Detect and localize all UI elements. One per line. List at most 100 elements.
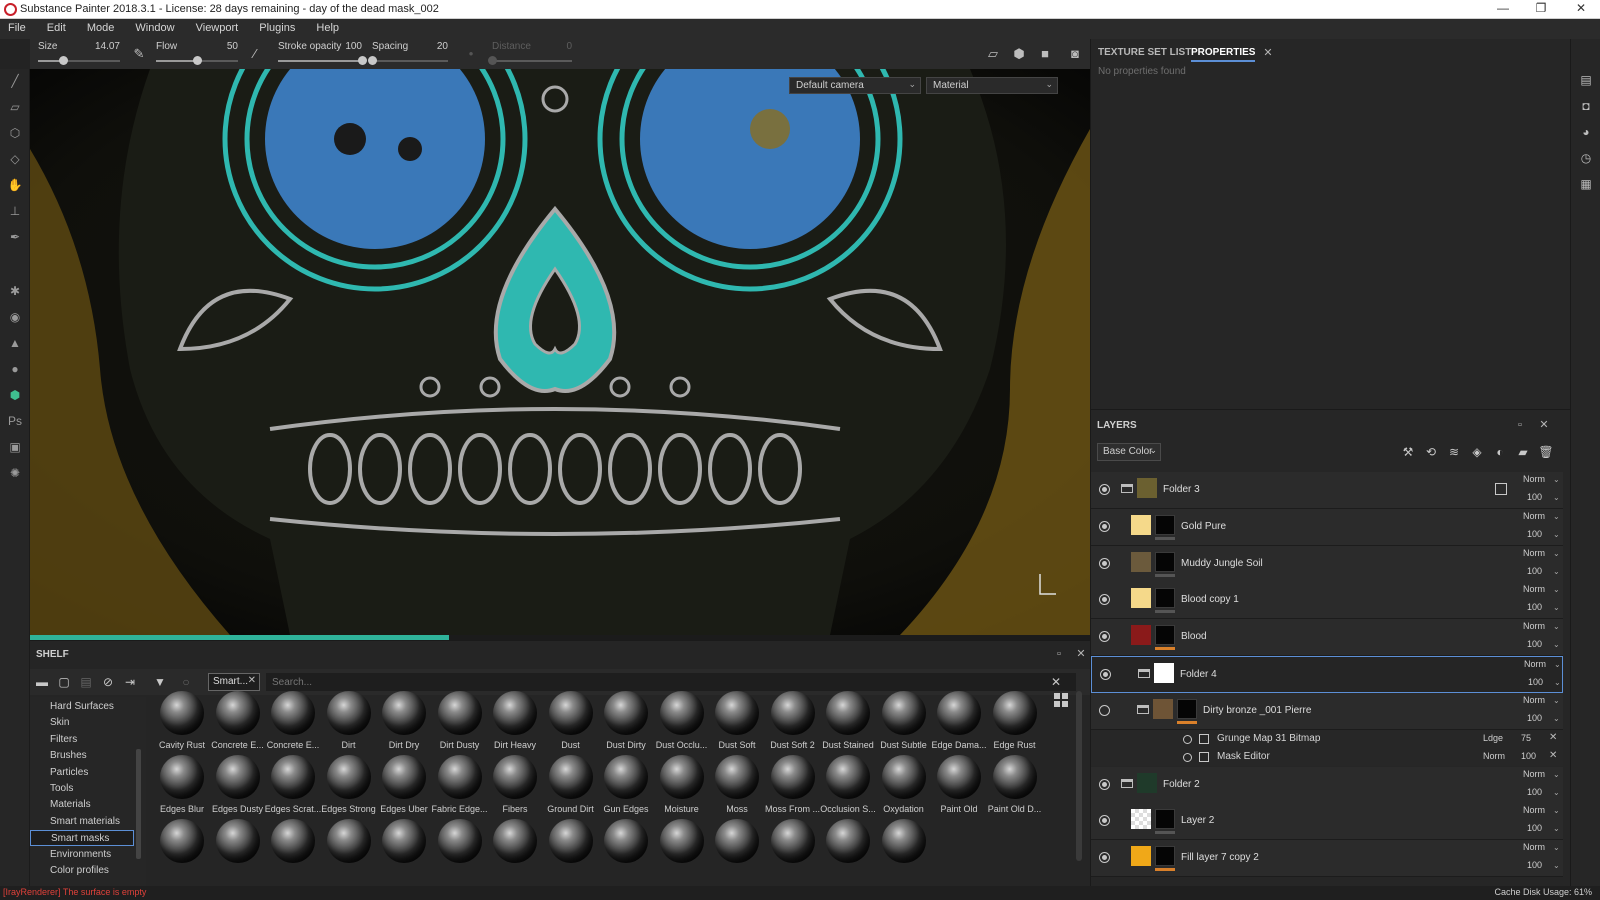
add-layer-icon[interactable]: ≋: [1445, 443, 1463, 461]
chevron-down-icon[interactable]: ⌄: [1553, 475, 1560, 484]
layer-mask-thumbnail[interactable]: [1155, 625, 1175, 646]
stroke-opacity-slider[interactable]: Stroke opacity 100: [278, 41, 367, 67]
viewer-settings-icon[interactable]: ◉: [7, 309, 23, 325]
sphere-icon[interactable]: ●: [7, 361, 23, 377]
history-icon[interactable]: ◷: [1579, 151, 1593, 165]
category-scrollbar[interactable]: [136, 749, 141, 859]
paint-brush-icon[interactable]: ╱: [7, 73, 23, 89]
layer-mask-thumbnail[interactable]: [1155, 551, 1175, 572]
menu-window[interactable]: Window: [126, 19, 183, 34]
smart-mask-thumbnail[interactable]: [154, 819, 208, 883]
layer-row[interactable]: Blood copy 1 Norm ⌄ 100 ⌄: [1091, 582, 1563, 620]
layer-mask-thumbnail[interactable]: [1155, 809, 1175, 830]
layer-row[interactable]: Folder 2 Norm ⌄ 100 ⌄: [1091, 766, 1563, 804]
filter-icon[interactable]: ▼: [152, 674, 168, 690]
resources-icon[interactable]: ▣: [7, 439, 23, 455]
shader-settings-icon[interactable]: ◕: [1579, 125, 1593, 139]
layer-mask-thumbnail[interactable]: [1155, 846, 1175, 867]
photoshop-icon[interactable]: Ps: [7, 413, 23, 429]
visibility-toggle-icon[interactable]: [1099, 631, 1110, 643]
smart-mask-thumbnail[interactable]: Oxydation: [876, 755, 930, 819]
shelf-search-input[interactable]: [266, 673, 1076, 691]
smart-mask-thumbnail[interactable]: [876, 819, 930, 883]
size-slider[interactable]: Size 14.07: [38, 41, 120, 67]
smart-mask-thumbnail[interactable]: Dirt Dusty: [432, 691, 486, 755]
smart-mask-thumbnail[interactable]: Edges Strong: [321, 755, 376, 819]
smart-mask-thumbnail[interactable]: Moss: [709, 755, 763, 819]
smart-mask-thumbnail[interactable]: Moisture: [654, 755, 708, 819]
smart-mask-thumbnail[interactable]: [265, 819, 319, 883]
distance-slider[interactable]: Distance 0: [488, 41, 572, 67]
effect-opacity[interactable]: 100: [1521, 751, 1536, 761]
flow-pressure-icon[interactable]: ⁄: [246, 45, 264, 63]
shelf-category-item[interactable]: Smart masks: [30, 830, 134, 847]
menu-help[interactable]: Help: [307, 19, 348, 34]
layer-row[interactable]: Gold Pure Norm ⌄ 100 ⌄: [1091, 508, 1563, 546]
visibility-toggle-icon[interactable]: [1099, 594, 1110, 606]
bell-icon[interactable]: ▲: [7, 335, 23, 351]
smart-mask-thumbnail[interactable]: [765, 819, 819, 883]
opacity-value[interactable]: 100: [1527, 492, 1542, 502]
opacity-value[interactable]: 100: [1527, 713, 1542, 723]
smart-mask-thumbnail[interactable]: [210, 819, 264, 883]
delete-layer-icon[interactable]: 🗑: [1537, 443, 1555, 461]
maximize-button[interactable]: ❐: [1526, 1, 1556, 17]
projection-icon[interactable]: ⬡: [7, 125, 23, 141]
shelf-category-item[interactable]: Environments: [30, 847, 134, 863]
smart-mask-thumbnail[interactable]: [709, 819, 763, 883]
blend-mode-select[interactable]: Norm: [1523, 769, 1545, 779]
smart-mask-thumbnail[interactable]: [820, 819, 874, 883]
chevron-down-icon[interactable]: ⌄: [1553, 530, 1560, 539]
shelf-category-item[interactable]: Smart materials: [30, 814, 134, 830]
shelf-category-item[interactable]: Filters: [30, 732, 134, 748]
close-panel-icon[interactable]: ✕: [1074, 647, 1088, 661]
smart-mask-thumbnail[interactable]: Gun Edges: [598, 755, 652, 819]
smart-mask-thumbnail[interactable]: Edges Scrat...: [265, 755, 321, 819]
instance-icon[interactable]: [1495, 483, 1507, 495]
chevron-down-icon[interactable]: ⌄: [1553, 640, 1560, 649]
visibility-toggle-icon[interactable]: [1099, 815, 1110, 827]
chevron-down-icon[interactable]: ⌄: [1554, 678, 1561, 687]
size-value[interactable]: 14.07: [95, 41, 120, 52]
layer-row[interactable]: Dirty bronze _001 Pierre Norm ⌄ 100 ⌄: [1091, 692, 1563, 730]
layer-row[interactable]: Folder 3 Norm ⌄ 100 ⌄: [1091, 472, 1563, 509]
effect-row[interactable]: Grunge Map 31 Bitmap Ldge 75 ✕: [1091, 729, 1563, 748]
shelf-category-item[interactable]: Materials: [30, 797, 134, 813]
magic-wand-icon[interactable]: ⚒: [1399, 443, 1417, 461]
smart-mask-thumbnail[interactable]: [598, 819, 652, 883]
shelf-category-item[interactable]: Brushes: [30, 748, 134, 764]
settings-icon[interactable]: ✱: [7, 283, 23, 299]
remove-effect-icon[interactable]: ✕: [1549, 750, 1557, 761]
flow-value[interactable]: 50: [227, 41, 238, 52]
menu-edit[interactable]: Edit: [38, 19, 75, 34]
chevron-down-icon[interactable]: ⌄: [1553, 770, 1560, 779]
smart-mask-thumbnail[interactable]: Dust Stained: [820, 691, 874, 755]
clear-search-icon[interactable]: ✕: [1048, 674, 1064, 690]
add-mask-icon[interactable]: ◐: [1491, 443, 1509, 461]
close-panel-icon[interactable]: ✕: [1537, 418, 1551, 432]
folder-icon[interactable]: ▬: [34, 674, 50, 690]
smart-mask-thumbnail[interactable]: [432, 819, 486, 883]
chevron-down-icon[interactable]: ⌄: [1553, 843, 1560, 852]
shelf-category-item[interactable]: Color profiles: [30, 863, 134, 879]
chevron-down-icon[interactable]: ⌄: [1553, 622, 1560, 631]
effect-row[interactable]: Mask Editor Norm 100 ✕: [1091, 748, 1563, 767]
chevron-down-icon[interactable]: ⌄: [1553, 714, 1560, 723]
smart-mask-thumbnail[interactable]: Edges Blur: [154, 755, 208, 819]
display-mode-select[interactable]: Material ⌄: [926, 77, 1058, 94]
undock-icon[interactable]: ▫: [1513, 418, 1527, 432]
chevron-down-icon[interactable]: ⌄: [1553, 512, 1560, 521]
pen-pressure-icon[interactable]: ✎: [130, 45, 148, 63]
smart-mask-thumbnail[interactable]: Dust Dirty: [598, 691, 652, 755]
layer-mask-thumbnail[interactable]: [1155, 514, 1175, 535]
shelf-category-item[interactable]: Tools: [30, 781, 134, 797]
effect-visibility-icon[interactable]: [1183, 734, 1192, 744]
effect-opacity[interactable]: 75: [1521, 733, 1531, 743]
log-icon[interactable]: ▦: [1579, 177, 1593, 191]
layer-mask-thumbnail[interactable]: [1177, 698, 1197, 719]
visibility-toggle-icon[interactable]: [1099, 520, 1110, 532]
camera-icon[interactable]: ■: [1036, 45, 1054, 63]
stroke-opacity-value[interactable]: 100: [345, 41, 362, 52]
channel-select[interactable]: Base Color ⌄: [1097, 443, 1161, 461]
smudge-icon[interactable]: ✋: [7, 177, 23, 193]
